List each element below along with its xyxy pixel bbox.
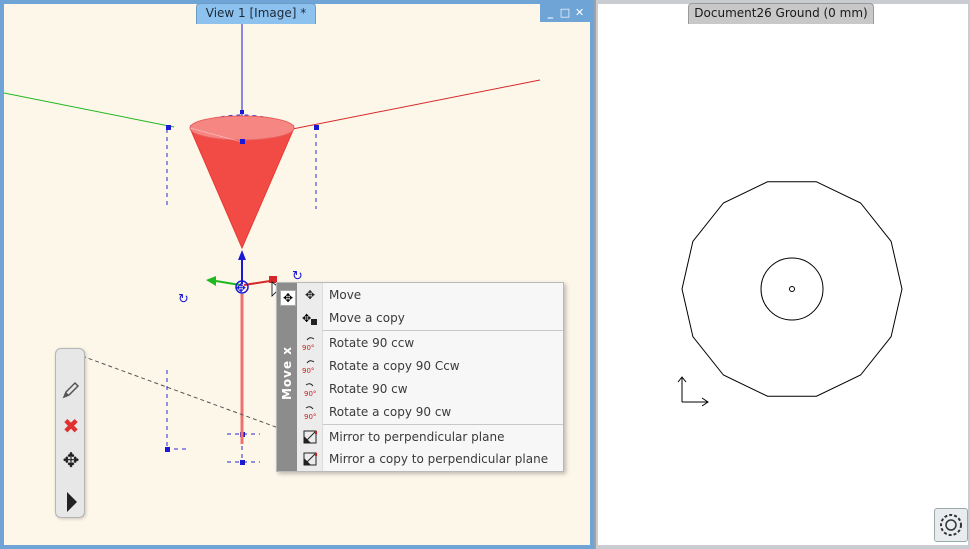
view-2-tab[interactable]: Document26 Ground (0 mm) — [688, 3, 874, 24]
view-2-panel — [596, 0, 970, 549]
menu-item-rotate-copy-cw[interactable]: 90° Rotate a copy 90 cw — [297, 401, 563, 423]
rotate-copy-ccw-icon: 90° — [297, 355, 323, 377]
floating-toolbar: ✖ ✥ — [55, 348, 85, 518]
menu-item-move[interactable]: ✥ Move — [297, 284, 563, 306]
context-menu-side-strip: Move x — [277, 283, 297, 471]
svg-text:90°: 90° — [302, 344, 314, 352]
menu-item-mirror[interactable]: Mirror to perpendicular plane — [297, 426, 563, 448]
move-icon: ✥ — [280, 290, 296, 306]
cone-body — [189, 127, 295, 250]
inner-circle — [760, 257, 824, 321]
cone-top-ellipse — [189, 115, 295, 141]
context-menu-title: Move x — [280, 345, 294, 401]
menu-item-rotate-ccw[interactable]: 90° Rotate 90 ccw — [297, 332, 563, 354]
menu-item-rotate-copy-ccw[interactable]: 90° Rotate a copy 90 Ccw — [297, 355, 563, 377]
svg-text:✥: ✥ — [302, 312, 311, 325]
view-2-scene — [677, 181, 903, 407]
svg-text:✥: ✥ — [236, 281, 246, 295]
guide-line — [81, 355, 285, 431]
expand-arrow-icon[interactable] — [58, 489, 84, 515]
view-1-window-controls: _ □ ✕ — [540, 4, 590, 22]
mirror-icon — [297, 426, 323, 448]
menu-item-rotate-cw[interactable]: 90° Rotate 90 cw — [297, 378, 563, 400]
navigation-gear-icon[interactable] — [934, 508, 968, 542]
cone-outline-polygon — [681, 181, 903, 397]
origin-axes-icon — [677, 376, 709, 407]
move-context-menu: Move x ✥ ✥ Move ✥ Move a copy 90° Rotate… — [276, 282, 564, 472]
rotate-copy-cw-icon: 90° — [297, 401, 323, 423]
maximize-button[interactable]: □ — [559, 7, 571, 19]
mirror-copy-icon — [297, 448, 323, 470]
pencil-icon[interactable] — [58, 377, 84, 403]
move-icon: ✥ — [304, 288, 316, 302]
svg-text:90°: 90° — [304, 413, 316, 421]
move-copy-icon: ✥ — [297, 307, 323, 329]
close-button[interactable]: ✕ — [574, 7, 586, 19]
center-point — [789, 286, 795, 292]
svg-text:↻: ↻ — [178, 292, 189, 307]
menu-item-move-copy[interactable]: ✥ Move a copy — [297, 307, 563, 329]
move-icon[interactable]: ✥ — [58, 447, 84, 473]
svg-text:90°: 90° — [302, 367, 314, 375]
rotate-cw-icon: 90° — [297, 378, 323, 400]
delete-icon[interactable]: ✖ — [58, 413, 84, 439]
y-axis-line — [4, 92, 175, 128]
view-1-tab[interactable]: View 1 [Image] * — [196, 3, 316, 24]
svg-text:90°: 90° — [304, 390, 316, 398]
view-2-canvas[interactable] — [598, 4, 968, 545]
menu-item-mirror-copy[interactable]: Mirror a copy to perpendicular plane — [297, 448, 563, 470]
rotate-ccw-icon: 90° — [297, 332, 323, 354]
minimize-button[interactable]: _ — [544, 7, 556, 19]
